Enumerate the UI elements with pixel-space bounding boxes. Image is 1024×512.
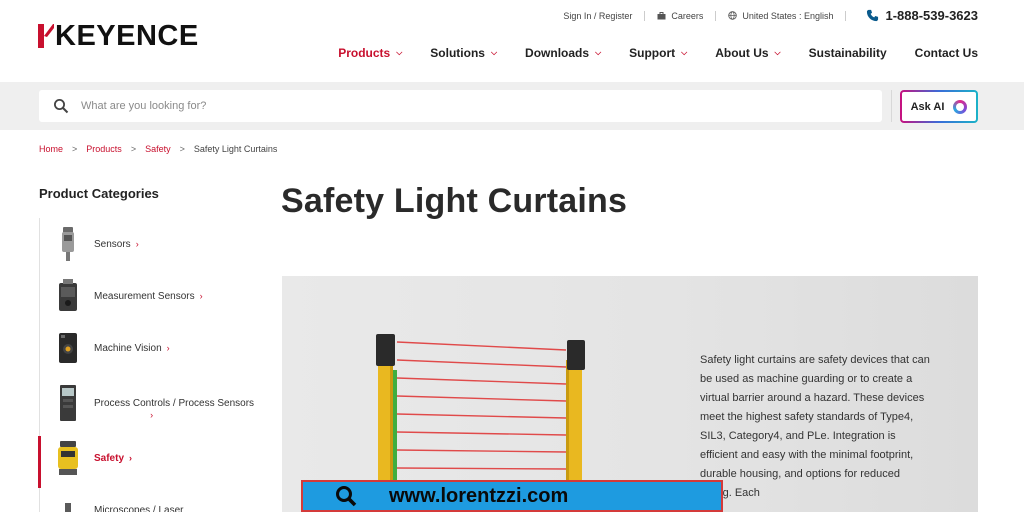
chevron-right-icon: ›	[166, 343, 170, 353]
sidebar-item-measurement-sensors[interactable]: Measurement Sensors ›	[40, 270, 249, 322]
sidebar-item-label: Machine Vision	[94, 342, 162, 354]
nav-downloads[interactable]: Downloads ⌵	[525, 46, 601, 60]
phone-number: 1-888-539-3623	[885, 8, 978, 23]
measurement-sensor-thumbnail-icon	[54, 278, 82, 314]
divider	[845, 10, 847, 21]
nav-sustainability[interactable]: Sustainability	[809, 46, 887, 60]
chevron-down-icon: ⌵	[774, 48, 781, 57]
process-control-thumbnail-icon	[54, 385, 82, 421]
breadcrumb-home[interactable]: Home	[39, 144, 63, 154]
chevron-down-icon: ⌵	[396, 48, 403, 57]
careers-link[interactable]: Careers	[657, 11, 703, 21]
nav-about-us[interactable]: About Us ⌵	[715, 46, 780, 60]
search-icon	[54, 99, 69, 114]
sidebar-item-machine-vision[interactable]: Machine Vision ›	[40, 322, 249, 374]
chevron-down-icon: ⌵	[490, 48, 498, 57]
chevron-right-icon: ›	[150, 410, 154, 420]
watermark-text: www.lorentzzi.com	[389, 484, 569, 507]
chevron-down-icon: ⌵	[595, 48, 602, 57]
phone-icon	[867, 9, 879, 22]
divider	[891, 90, 892, 122]
divider	[715, 10, 717, 21]
sensor-thumbnail-icon	[54, 226, 82, 262]
utility-bar: Sign In / Register Careers United States…	[563, 8, 978, 23]
search-box[interactable]	[39, 90, 882, 122]
logo-text: KEYENCE	[55, 20, 199, 52]
sidebar-item-label: Sensors	[94, 238, 131, 250]
breadcrumb-separator: >	[179, 144, 185, 154]
nav-label: Contact Us	[914, 46, 978, 60]
ask-ai-label: Ask AI	[910, 100, 945, 113]
page-title: Safety Light Curtains	[281, 182, 628, 220]
breadcrumb-products[interactable]: Products	[86, 144, 122, 154]
breadcrumb-separator: >	[72, 144, 78, 154]
search-input[interactable]	[81, 100, 841, 112]
microscope-thumbnail-icon	[54, 492, 82, 512]
nav-label: Sustainability	[808, 46, 887, 60]
breadcrumb-safety[interactable]: Safety	[145, 144, 171, 154]
hero-panel: Safety light curtains are safety devices…	[282, 276, 978, 512]
machine-vision-thumbnail-icon	[54, 330, 82, 366]
nav-products[interactable]: Products ⌵	[338, 46, 402, 60]
ai-orb-icon	[953, 99, 968, 114]
breadcrumb: Home > Products > Safety > Safety Light …	[39, 144, 277, 154]
sign-in-label: Sign In / Register	[563, 10, 633, 21]
sidebar-item-label: Process Controls / Process Sensors	[94, 397, 255, 409]
safety-thumbnail-icon	[54, 440, 82, 476]
chevron-down-icon: ⌵	[681, 48, 688, 57]
nav-label: Products	[338, 46, 391, 60]
sidebar-item-microscopes-laser[interactable]: Microscopes / Laser	[40, 484, 249, 512]
site-header: KEYENCE Sign In / Register Careers Unite…	[0, 0, 1024, 82]
careers-label: Careers	[671, 10, 704, 21]
sidebar-category-list: Sensors › Measurement Sensors › Machine Vi…	[38, 218, 254, 512]
phone-link[interactable]: 1-888-539-3623	[866, 8, 978, 23]
sidebar-item-safety[interactable]: Safety ›	[38, 432, 249, 488]
region-selector[interactable]: United States : English	[728, 11, 833, 21]
breadcrumb-separator: >	[130, 144, 137, 154]
nav-label: Solutions	[430, 46, 485, 60]
ask-ai-button[interactable]: Ask AI	[900, 90, 978, 123]
nav-label: Downloads	[525, 46, 590, 60]
sidebar-item-sensors[interactable]: Sensors ›	[40, 218, 249, 270]
nav-label: About Us	[715, 46, 769, 60]
sidebar-title: Product Categories	[39, 186, 159, 201]
chevron-right-icon: ›	[135, 239, 139, 249]
globe-icon	[728, 11, 738, 20]
search-icon	[336, 486, 357, 507]
watermark-banner: www.lorentzzi.com	[301, 480, 723, 512]
nav-support[interactable]: Support ⌵	[629, 46, 687, 60]
divider	[644, 10, 646, 21]
sidebar-item-process-controls[interactable]: Process Controls / Process Sensors ›	[40, 374, 254, 432]
sidebar-item-label: Microscopes / Laser	[94, 504, 184, 512]
description-text: Safety light curtains are safety devices…	[700, 354, 930, 499]
sidebar-item-label: Measurement Sensors	[94, 290, 195, 302]
briefcase-icon	[657, 11, 666, 19]
search-band: Ask AI	[0, 82, 1024, 130]
breadcrumb-current: Safety Light Curtains	[193, 144, 278, 154]
chevron-right-icon: ›	[129, 453, 133, 463]
logo-mark-icon	[38, 24, 54, 48]
main-nav: Products ⌵ Solutions ⌵ Downloads ⌵ Support ⌵…	[310, 46, 978, 60]
nav-label: Support	[629, 46, 676, 60]
nav-contact-us[interactable]: Contact Us	[915, 46, 978, 60]
region-label: United States : English	[742, 10, 834, 21]
sidebar-item-label: Safety	[94, 452, 125, 464]
nav-solutions[interactable]: Solutions ⌵	[430, 46, 497, 60]
sign-in-link[interactable]: Sign In / Register	[563, 11, 632, 21]
keyence-logo[interactable]: KEYENCE	[38, 20, 199, 52]
chevron-right-icon: ›	[199, 291, 203, 301]
